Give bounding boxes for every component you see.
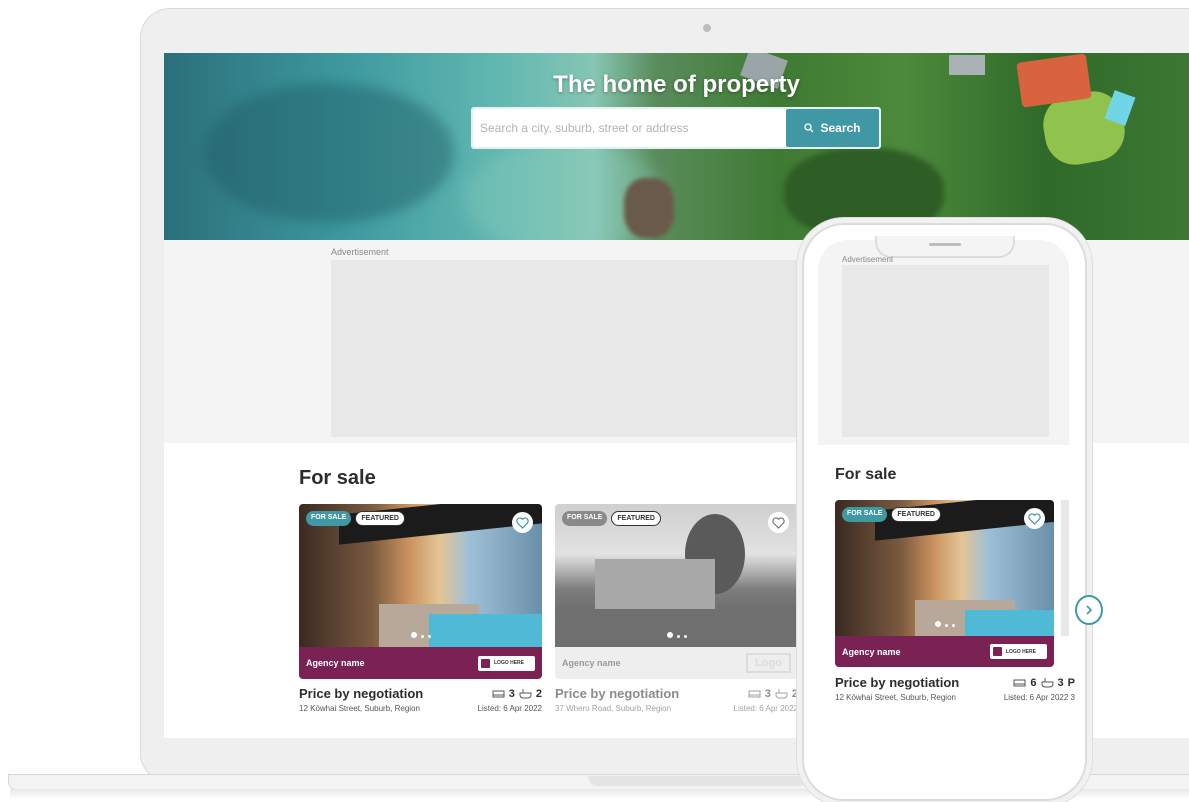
bath-icon (775, 689, 788, 699)
favourite-button[interactable] (512, 512, 533, 533)
carousel-dot[interactable] (951, 624, 955, 627)
favourite-button[interactable] (768, 512, 789, 533)
phone-button (797, 340, 801, 385)
heart-icon (1028, 512, 1041, 525)
listing-features: 6 3 P (1013, 675, 1075, 690)
next-card-peek[interactable] (1061, 500, 1069, 636)
carousel-dot[interactable] (410, 632, 417, 638)
listing-address: 12 Kōwhai Street, Suburb, Region (835, 693, 956, 702)
listing-address: 12 Kōwhai Street, Suburb, Region (299, 704, 420, 713)
featured-badge: FEATURED (891, 507, 941, 522)
key-icon (481, 658, 490, 668)
carousel-dot[interactable] (427, 635, 431, 638)
section-title: For sale (299, 467, 376, 489)
listing-features: 3 2 (492, 688, 542, 700)
bedroom-count: 6 (1030, 676, 1037, 689)
advertisement-label: Advertisement (331, 247, 389, 257)
agency-logo: LOGO HERE (990, 644, 1047, 659)
carousel-dot[interactable] (934, 621, 941, 627)
listing-card[interactable]: FOR SALE FEATURED Agency name Logo Price… (555, 504, 798, 713)
cut-off-feature: P (1067, 676, 1075, 689)
hero-banner: The home of property Search (164, 53, 1189, 240)
carousel-dot[interactable] (676, 635, 680, 638)
agency-logo-text: LOGO HERE (1006, 648, 1037, 655)
search-input[interactable] (473, 109, 785, 147)
carousel-dots (555, 625, 798, 643)
mobile-advertisement-label: Advertisement (842, 255, 894, 264)
search-icon (804, 123, 814, 133)
status-badge: FOR SALE (306, 511, 352, 526)
mobile-advertisement-slot[interactable] (842, 265, 1049, 437)
search-button[interactable]: Search (786, 109, 879, 147)
carousel-dots (835, 614, 1054, 632)
listing-photo[interactable]: FOR SALE FEATURED (299, 504, 542, 647)
bed-icon (1013, 679, 1026, 686)
phone-button (797, 295, 801, 325)
bath-icon (1041, 678, 1054, 688)
advertisement-slot[interactable] (331, 260, 801, 437)
bed-icon (492, 690, 505, 697)
listing-photo[interactable]: FOR SALE FEATURED (555, 504, 798, 647)
key-icon (993, 647, 1002, 656)
featured-badge: FEATURED (611, 511, 661, 526)
listing-date: Listed: 6 Apr 2022 (477, 704, 543, 713)
agency-logo-text: LOGO HERE (494, 660, 525, 666)
agency-bar[interactable]: Agency name Logo (555, 647, 798, 679)
chevron-right-icon (1086, 605, 1093, 615)
agency-logo: LOGO HERE (478, 655, 535, 671)
heart-icon (772, 516, 785, 529)
listing-price: Price by negotiation (835, 675, 960, 690)
agency-logo: Logo (746, 653, 791, 673)
agency-name: Agency name (842, 646, 901, 657)
bathroom-count: 2 (535, 687, 542, 700)
carousel-dot[interactable] (666, 632, 673, 638)
bathroom-count: 3 (1057, 676, 1064, 689)
favourite-button[interactable] (1024, 508, 1045, 529)
listing-date: Listed: 6 Apr 2022 (1003, 693, 1069, 702)
listing-card[interactable]: FOR SALE FEATURED Agency name LOGO HERE … (299, 504, 542, 713)
carousel-next-button[interactable] (1075, 595, 1103, 625)
bathroom-count: 2 (791, 687, 798, 700)
hero-water-shade (204, 83, 454, 223)
photo-house (595, 559, 715, 609)
agency-name: Agency name (306, 658, 365, 668)
mobile-section-title: For sale (835, 466, 897, 483)
laptop-base-notch (588, 776, 808, 786)
listing-price: Price by negotiation (299, 686, 424, 701)
cut-off-meta: 3 (1070, 693, 1075, 702)
listing-address: 37 Whero Road, Suburb, Region (555, 704, 672, 713)
hero-rocks (624, 178, 674, 238)
status-badge: FOR SALE (842, 507, 888, 522)
bed-icon (748, 690, 761, 697)
camera (703, 24, 711, 32)
agency-bar[interactable]: Agency name LOGO HERE (835, 636, 1054, 667)
phone-speaker (929, 243, 961, 246)
bath-icon (519, 689, 532, 699)
agency-name: Agency name (562, 658, 621, 668)
listing-date: Listed: 6 Apr 2022 (733, 704, 799, 713)
status-badge: FOR SALE (562, 511, 608, 526)
phone-button (797, 395, 801, 440)
listing-photo[interactable]: FOR SALE FEATURED (835, 500, 1054, 636)
carousel-dot[interactable] (420, 635, 424, 638)
search-button-label: Search (820, 121, 861, 135)
bedroom-count: 3 (508, 687, 515, 700)
carousel-dots (299, 625, 542, 643)
listing-features: 3 2 (748, 688, 798, 700)
listing-price: Price by negotiation (555, 686, 680, 701)
featured-badge: FEATURED (355, 511, 405, 526)
search-bar: Search (471, 107, 881, 149)
heart-icon (516, 516, 529, 529)
bedroom-count: 3 (764, 687, 771, 700)
carousel-dot[interactable] (944, 624, 948, 627)
agency-bar[interactable]: Agency name LOGO HERE (299, 647, 542, 679)
phone-notch (875, 236, 1015, 258)
hero-title: The home of property (553, 71, 800, 98)
mobile-listing-card[interactable]: FOR SALE FEATURED Agency name LOGO HERE (835, 500, 1054, 667)
carousel-dot[interactable] (683, 635, 687, 638)
